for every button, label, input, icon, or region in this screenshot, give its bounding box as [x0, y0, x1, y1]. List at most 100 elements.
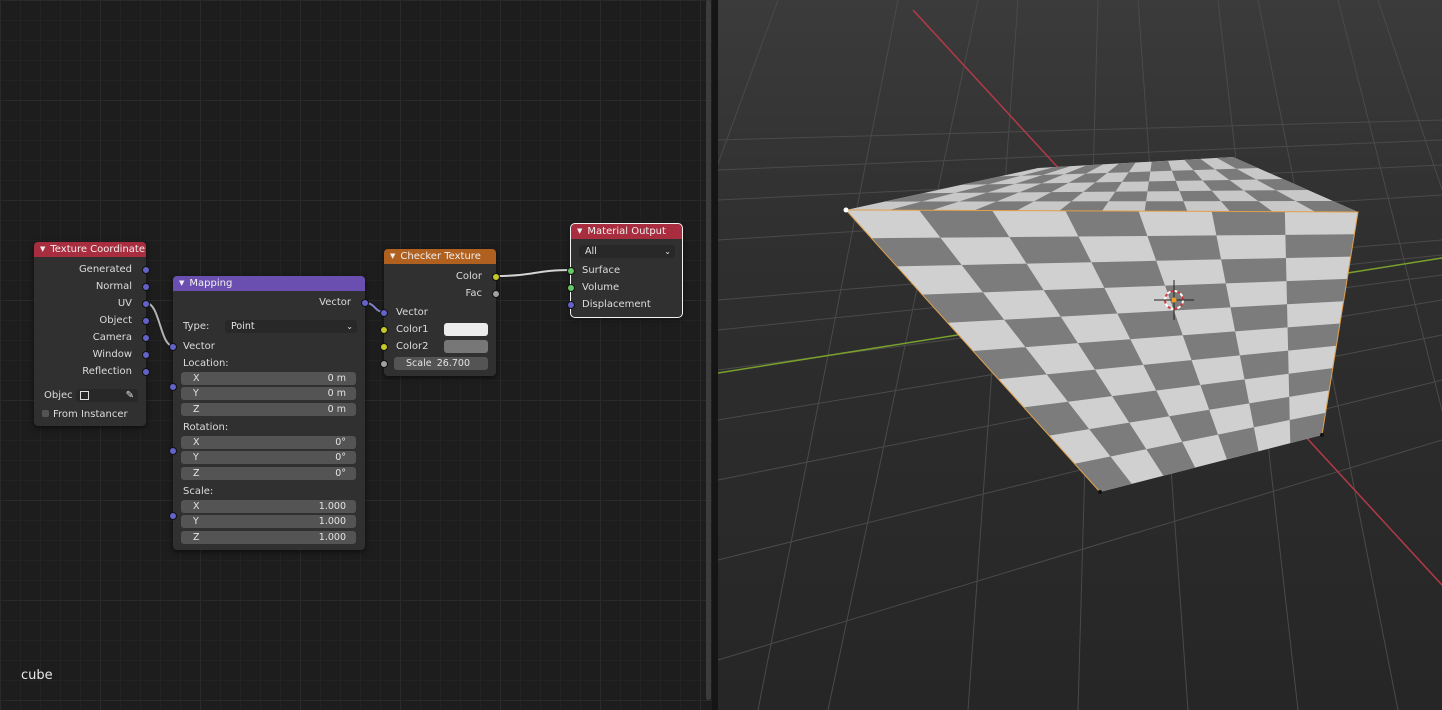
output-camera: Camera	[92, 332, 132, 343]
axis-label: Y	[193, 388, 199, 399]
node-header[interactable]: ▼ Material Output	[571, 224, 682, 239]
socket-camera[interactable]	[142, 334, 150, 342]
socket-volume[interactable]	[567, 284, 575, 292]
target-dropdown[interactable]: All ⌄	[579, 245, 675, 258]
output-normal: Normal	[95, 281, 132, 292]
target-value: All	[585, 246, 597, 257]
axis-label: X	[193, 501, 200, 512]
output-uv: UV	[117, 298, 132, 309]
location-x-field[interactable]: X 0 m	[181, 372, 356, 385]
location-z-field[interactable]: Z 0 m	[181, 403, 356, 416]
chevron-down-icon: ⌄	[664, 247, 671, 256]
checker-tile	[1065, 210, 1148, 237]
scale-label: Scale:	[183, 486, 214, 497]
socket-reflection[interactable]	[142, 368, 150, 376]
socket-window[interactable]	[142, 351, 150, 359]
socket-input-vector[interactable]	[169, 343, 177, 351]
vertical-scrollbar[interactable]	[706, 0, 711, 700]
checker-tile	[1286, 278, 1348, 305]
checker-tile	[1230, 304, 1288, 332]
socket-location[interactable]	[169, 383, 177, 391]
node-header[interactable]: ▼ Mapping	[173, 276, 365, 291]
3d-viewport[interactable]	[718, 0, 1442, 710]
collapse-arrow-icon[interactable]: ▼	[577, 227, 582, 235]
socket-output-fac[interactable]	[492, 290, 500, 298]
node-mapping[interactable]: ▼ Mapping Vector Type: Point ⌄ Vector Loca…	[169, 276, 369, 550]
socket-uv[interactable]	[142, 300, 150, 308]
collapse-arrow-icon[interactable]: ▼	[390, 252, 395, 260]
checkbox-icon[interactable]	[42, 410, 49, 417]
socket-output-color[interactable]	[492, 273, 500, 281]
checker-tile	[1091, 260, 1166, 288]
eyedropper-icon[interactable]: ✎	[126, 389, 134, 402]
color2-swatch[interactable]	[444, 340, 488, 353]
active-object-name: cube	[21, 668, 53, 683]
node-title: Mapping	[189, 278, 233, 289]
node-title: Checker Texture	[400, 251, 481, 262]
link-checker-to-output	[495, 268, 572, 278]
socket-surface[interactable]	[567, 267, 575, 275]
output-object: Object	[99, 315, 132, 326]
checker-tile	[1165, 283, 1231, 311]
node-title: Texture Coordinate	[50, 244, 145, 255]
rotation-z-field[interactable]: Z 0°	[181, 467, 356, 480]
scale-field[interactable]: Scale 26.700	[394, 357, 488, 370]
axis-label: X	[193, 437, 200, 448]
socket-generated[interactable]	[142, 266, 150, 274]
object-cube-icon	[80, 391, 89, 400]
node-header[interactable]: ▼ Texture Coordinate	[34, 242, 146, 257]
node-material-output[interactable]: ▼ Material Output All ⌄ Surface Volume Dis…	[567, 223, 683, 318]
shader-node-editor[interactable]: ▼ Texture Coordinate Generated Normal UV …	[0, 0, 712, 710]
node-header[interactable]: ▼ Checker Texture	[384, 249, 496, 264]
checker-tile	[1182, 331, 1240, 361]
output-vector: Vector	[319, 297, 351, 308]
output-color: Color	[455, 271, 482, 282]
color1-swatch[interactable]	[444, 323, 488, 336]
collapse-arrow-icon[interactable]: ▼	[179, 279, 184, 287]
output-reflection: Reflection	[82, 366, 132, 377]
scale-y-field[interactable]: Y 1.000	[181, 515, 356, 528]
socket-color2[interactable]	[380, 343, 388, 351]
location-y-field[interactable]: Y 0 m	[181, 387, 356, 400]
object-selector[interactable]: ✎	[76, 389, 138, 402]
color2-label: Color2	[396, 341, 429, 352]
from-instancer-label: From Instancer	[53, 409, 128, 420]
from-instancer-checkbox[interactable]: From Instancer	[42, 407, 128, 422]
type-label: Type:	[183, 321, 210, 332]
collapse-arrow-icon[interactable]: ▼	[40, 245, 45, 253]
socket-displacement[interactable]	[567, 301, 575, 309]
input-vector-label: Vector	[183, 341, 215, 352]
rotation-y-field[interactable]: Y 0°	[181, 451, 356, 464]
socket-object[interactable]	[142, 317, 150, 325]
field-value: 0 m	[327, 388, 346, 399]
socket-color1[interactable]	[380, 326, 388, 334]
scale-z-field[interactable]: Z 1.000	[181, 531, 356, 544]
output-fac: Fac	[465, 288, 482, 299]
scale-x-field[interactable]: X 1.000	[181, 500, 356, 513]
axis-label: Z	[193, 468, 200, 479]
socket-rotation[interactable]	[169, 447, 177, 455]
axis-label: X	[193, 373, 200, 384]
rotation-x-field[interactable]: X 0°	[181, 436, 356, 449]
input-surface-label: Surface	[582, 265, 621, 276]
node-checker-texture[interactable]: ▼ Checker Texture Color Fac Vector Color1…	[380, 249, 500, 376]
color1-label: Color1	[396, 324, 429, 335]
socket-input-vector[interactable]	[380, 309, 388, 317]
type-value: Point	[231, 321, 255, 332]
output-generated: Generated	[78, 264, 132, 275]
type-dropdown[interactable]: Point ⌄	[225, 320, 357, 333]
socket-output-vector[interactable]	[361, 299, 369, 307]
socket-normal[interactable]	[142, 283, 150, 291]
input-displacement-label: Displacement	[582, 299, 651, 310]
checker-tile	[1147, 235, 1222, 261]
socket-scale[interactable]	[380, 360, 388, 368]
rotation-label: Rotation:	[183, 422, 229, 433]
node-title: Material Output	[587, 226, 666, 237]
input-vector-label: Vector	[396, 307, 428, 318]
vertex-dot	[1098, 490, 1102, 494]
socket-scale[interactable]	[169, 512, 177, 520]
node-texture-coordinate[interactable]: ▼ Texture Coordinate Generated Normal UV …	[34, 242, 150, 426]
field-value: 1.000	[318, 516, 346, 527]
axis-label: Z	[193, 404, 200, 415]
vertex-dot	[1320, 433, 1324, 437]
